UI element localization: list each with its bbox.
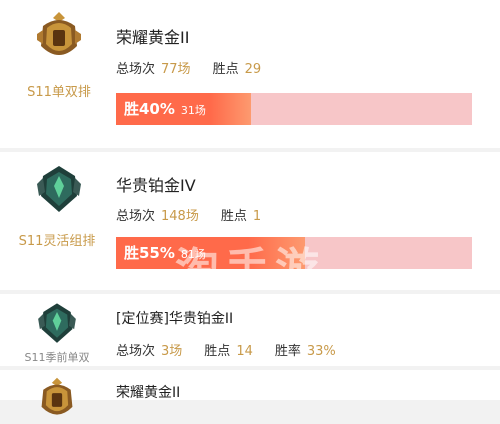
stat-label: 总场次 <box>116 62 156 77</box>
stat-value: 148场 <box>161 209 199 224</box>
gold-rank-emblem-icon <box>33 376 81 424</box>
queue-label: S11单双排 <box>27 85 91 100</box>
stats-row: 总场次 77场 胜点 29 <box>116 58 261 77</box>
rank-card-gold[interactable]: 荣耀黄金II <box>0 370 500 415</box>
platinum-rank-emblem-icon <box>31 162 87 218</box>
winrate-text: 胜40% 31场 <box>124 93 206 125</box>
stat-value: 1 <box>252 209 262 224</box>
queue-label: S11季前单双 <box>24 351 90 364</box>
stats-row: 总场次 3场 胜点 14 胜率 33% <box>116 340 336 359</box>
stat-label: 胜点 <box>220 209 247 224</box>
stat-value: 77场 <box>161 62 191 77</box>
rank-title: 荣耀黄金II <box>116 28 190 47</box>
rank-title: [定位赛]华贵铂金II <box>116 311 234 327</box>
rank-card-preseason[interactable]: S11季前单双 [定位赛]华贵铂金II 总场次 3场 胜点 14 胜率 33% <box>0 294 500 366</box>
stat-label: 胜点 <box>212 62 239 77</box>
rank-card-solo[interactable]: S11单双排 荣耀黄金II 总场次 77场 胜点 29 胜40% 31场 <box>0 0 500 148</box>
stat-label: 总场次 <box>116 344 156 359</box>
stat-label: 胜点 <box>204 344 231 359</box>
stat-value: 29 <box>244 62 262 77</box>
stats-row: 总场次 148场 胜点 1 <box>116 205 261 224</box>
winrate-bar: 胜40% 31场 <box>116 93 472 125</box>
winrate-percent: 胜55% <box>124 244 175 262</box>
wins-count: 31场 <box>180 104 206 117</box>
gold-rank-emblem-icon <box>31 10 87 66</box>
queue-label: S11灵活组排 <box>18 234 96 249</box>
rank-title: 荣耀黄金II <box>116 385 181 401</box>
stat-value: 14 <box>236 344 253 359</box>
stat-label: 总场次 <box>116 209 156 224</box>
stat-label: 胜率 <box>274 344 301 359</box>
winrate-percent: 胜40% <box>124 100 175 118</box>
platinum-rank-emblem-icon <box>33 300 81 348</box>
watermark-text: 淘手游 <box>175 244 325 295</box>
stat-value: 3场 <box>161 344 183 359</box>
rank-title: 华贵铂金IV <box>116 176 196 195</box>
stat-value: 33% <box>306 344 336 359</box>
